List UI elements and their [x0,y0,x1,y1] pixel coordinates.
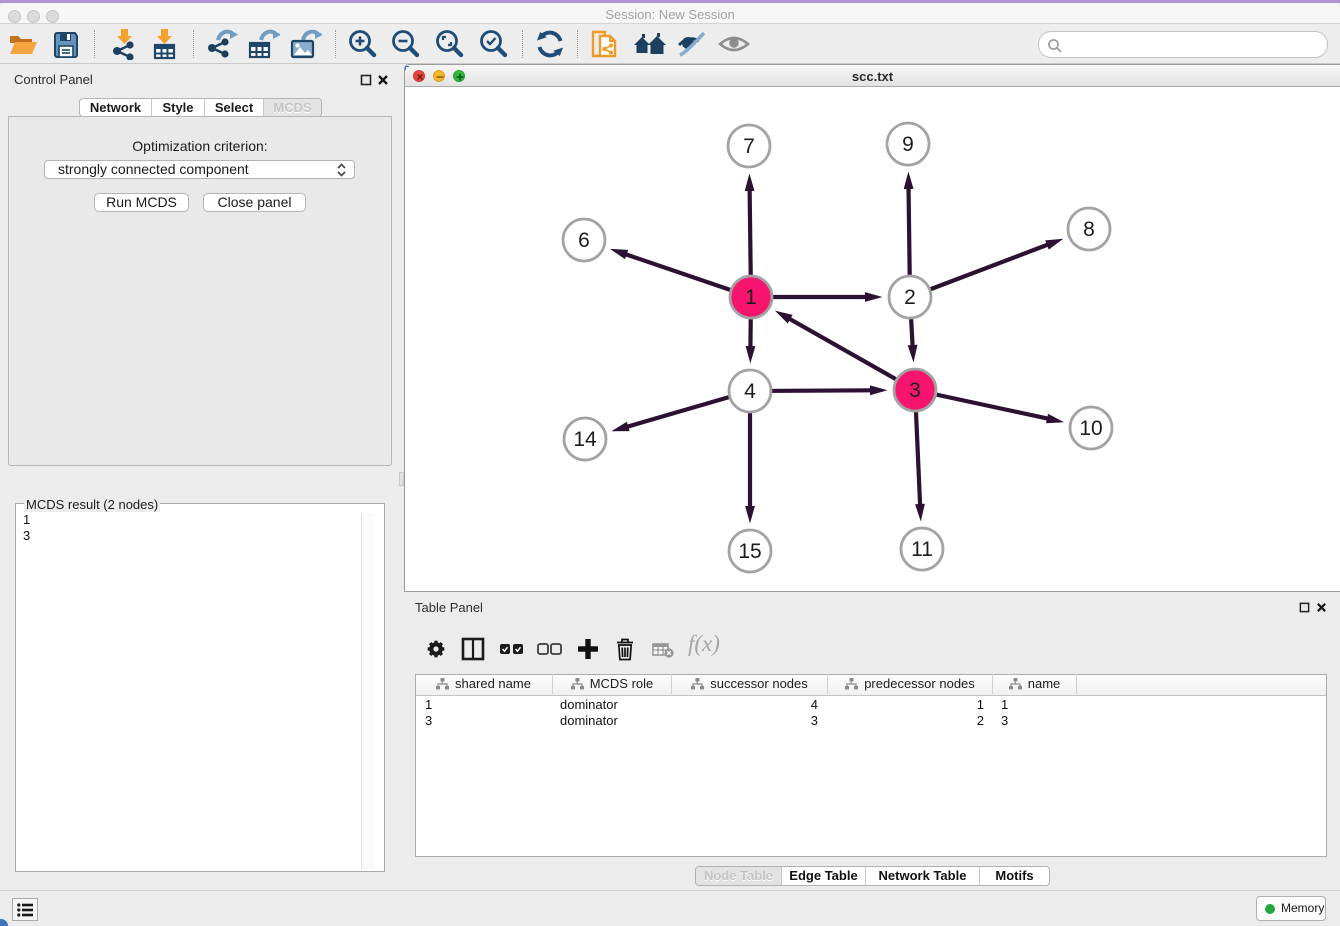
svg-text:10: 10 [1079,417,1102,440]
svg-text:6: 6 [578,229,590,252]
svg-text:7: 7 [743,135,755,158]
svg-text:1: 1 [745,286,757,309]
svg-text:8: 8 [1083,218,1095,241]
svg-text:15: 15 [738,540,761,563]
svg-text:3: 3 [909,379,921,402]
svg-text:9: 9 [902,133,914,156]
svg-text:4: 4 [744,380,756,403]
svg-text:11: 11 [911,538,933,561]
svg-text:14: 14 [573,428,597,451]
svg-text:2: 2 [904,286,916,309]
